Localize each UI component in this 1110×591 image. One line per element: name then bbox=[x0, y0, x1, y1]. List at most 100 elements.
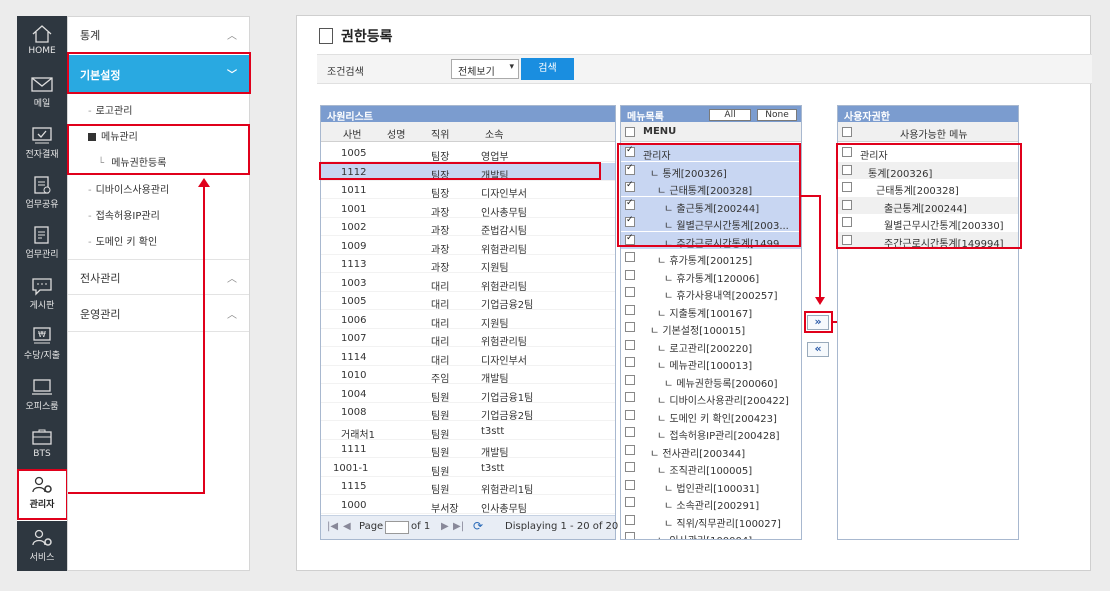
menu-checkbox[interactable] bbox=[625, 304, 635, 315]
menu-checkbox[interactable] bbox=[625, 532, 635, 539]
table-cell: 1115 bbox=[341, 481, 367, 492]
table-row[interactable]: 1005 대리 기업금융2팀 bbox=[321, 292, 615, 311]
menu-tree-row[interactable]: ㄴ 법인관리[100031] bbox=[621, 477, 801, 495]
nav-bts[interactable]: BTS bbox=[17, 421, 67, 473]
select-all-button[interactable]: All bbox=[709, 109, 751, 121]
menu-checkbox[interactable] bbox=[625, 427, 635, 437]
menu-tree-row[interactable]: ㄴ 소속관리[200291] bbox=[621, 494, 801, 512]
table-row[interactable]: 1010 주임 개발팀 bbox=[321, 366, 615, 385]
table-row[interactable]: 1111 팀원 개발팀 bbox=[321, 440, 615, 459]
col-header[interactable]: 소속 bbox=[485, 126, 503, 141]
nav-home[interactable]: HOME bbox=[17, 18, 67, 70]
table-row[interactable]: 1004 팀원 기업금융1팀 bbox=[321, 385, 615, 404]
nav-board[interactable]: 게시판 bbox=[17, 270, 67, 322]
col-header[interactable]: 사번 bbox=[343, 126, 361, 141]
menu-tree-label: ㄴ 법인관리[100031] bbox=[664, 483, 760, 495]
menu-checkbox[interactable] bbox=[625, 462, 635, 472]
header-checkbox[interactable] bbox=[842, 127, 852, 137]
pager: |◀ ◀ Page of 1 ▶ ▶| ⟳ Displaying 1 - 20 … bbox=[321, 515, 618, 539]
menu-checkbox[interactable] bbox=[625, 374, 635, 385]
menu-checkbox[interactable] bbox=[625, 479, 635, 490]
menu-tree-row[interactable]: ㄴ 휴가통계[120006] bbox=[621, 267, 801, 285]
menu-tree-label: ㄴ 휴가사용내역[200257] bbox=[664, 291, 778, 302]
nav-office-room[interactable]: 오피스룸 bbox=[17, 371, 67, 423]
table-cell: 1008 bbox=[341, 407, 367, 418]
menu-tree-row[interactable]: ㄴ 휴가사용내역[200257] bbox=[621, 284, 801, 302]
menu-tree-row[interactable]: ㄴ 지출통계[100167] bbox=[621, 302, 801, 320]
menu-checkbox[interactable] bbox=[625, 409, 635, 420]
menu-tree-row[interactable]: ㄴ 디바이스사용관리[200422] bbox=[621, 389, 801, 407]
search-button[interactable]: 검색 bbox=[521, 58, 574, 80]
table-row[interactable]: 1003 대리 위험관리팀 bbox=[321, 274, 615, 293]
table-row[interactable]: 1114 대리 디자인부서 bbox=[321, 348, 615, 367]
table-row[interactable]: 거래처1 팀원 t3stt bbox=[321, 422, 615, 441]
table-cell: 주임 bbox=[431, 374, 450, 385]
table-row[interactable]: 1002 과장 준법감시팀 bbox=[321, 218, 615, 237]
header-checkbox[interactable] bbox=[625, 127, 635, 137]
sub-device[interactable]: - 디바이스사용관리 bbox=[88, 181, 169, 196]
table-row[interactable]: 1011 팀장 디자인부서 bbox=[321, 181, 615, 200]
menu-tree-row[interactable]: ㄴ 도메인 키 확인[200423] bbox=[621, 407, 801, 425]
table-row[interactable]: 1009 과장 위험관리팀 bbox=[321, 237, 615, 256]
section-stats[interactable]: 통계 ︿ bbox=[68, 17, 249, 53]
menu-tree-row[interactable]: ㄴ 조직관리[100005] bbox=[621, 459, 801, 477]
remove-permission-button[interactable]: « bbox=[807, 342, 829, 357]
menu-tree-row[interactable]: ㄴ 접속허용IP관리[200428] bbox=[621, 424, 801, 442]
page-input[interactable] bbox=[385, 521, 409, 534]
nav-expense[interactable]: ₩ 수당/지출 bbox=[17, 320, 67, 372]
nav-mail[interactable]: 메일 bbox=[17, 68, 67, 120]
menu-checkbox[interactable] bbox=[625, 252, 635, 262]
menu-checkbox[interactable] bbox=[625, 322, 635, 332]
nav-work-manage[interactable]: 업무관리 bbox=[17, 219, 67, 271]
refresh-icon[interactable]: ⟳ bbox=[473, 519, 483, 533]
prev-page-icon[interactable]: ◀ bbox=[343, 521, 351, 532]
menu-checkbox[interactable] bbox=[625, 497, 635, 507]
expense-icon: ₩ bbox=[33, 327, 51, 344]
table-row[interactable]: 1000 부서장 인사총무팀 bbox=[321, 496, 615, 515]
table-row[interactable]: 1115 팀원 위험관리1팀 bbox=[321, 477, 615, 496]
table-row[interactable]: 1006 대리 지원팀 bbox=[321, 311, 615, 330]
table-row[interactable]: 1005 팀장 영업부 bbox=[321, 144, 615, 163]
menu-checkbox[interactable] bbox=[625, 444, 635, 455]
section-company[interactable]: 전사관리 ︿ bbox=[68, 259, 249, 295]
menu-tree-row[interactable]: ㄴ 전사관리[200344] bbox=[621, 442, 801, 460]
sub-ip[interactable]: - 접속허용IP관리 bbox=[88, 207, 160, 222]
next-page-icon[interactable]: ▶ bbox=[441, 521, 449, 532]
bts-icon bbox=[32, 429, 52, 445]
table-cell: 1011 bbox=[341, 185, 367, 196]
section-ops[interactable]: 운영관리 ︿ bbox=[68, 296, 249, 332]
menu-tree-row[interactable]: ㄴ 휴가통계[200125] bbox=[621, 249, 801, 267]
select-none-button[interactable]: None bbox=[757, 109, 797, 121]
col-header[interactable]: 직위 bbox=[431, 126, 449, 141]
menu-checkbox[interactable] bbox=[625, 287, 635, 297]
table-row[interactable]: 1001 과장 인사총무팀 bbox=[321, 200, 615, 219]
first-page-icon[interactable]: |◀ bbox=[327, 521, 338, 532]
sub-logo[interactable]: - 로고관리 bbox=[88, 102, 132, 117]
table-row[interactable]: 1001-1 팀원 t3stt bbox=[321, 459, 615, 478]
table-cell: 과장 bbox=[431, 263, 450, 274]
table-row[interactable]: 1113 과장 지원팀 bbox=[321, 255, 615, 274]
chevron-up-icon: ︿ bbox=[227, 274, 237, 285]
menu-tree-row[interactable]: ㄴ 로고관리[200220] bbox=[621, 337, 801, 355]
nav-approval[interactable]: 전자결재 bbox=[17, 119, 67, 171]
table-row[interactable]: 1007 대리 위험관리팀 bbox=[321, 329, 615, 348]
filter-select[interactable]: 전체보기 ▾ bbox=[451, 59, 519, 79]
sub-domain[interactable]: - 도메인 키 확인 bbox=[88, 233, 157, 248]
search-label: 조건검색 bbox=[327, 67, 364, 78]
menu-checkbox[interactable] bbox=[625, 339, 635, 350]
col-header[interactable]: 성명 bbox=[387, 126, 405, 141]
nav-service[interactable]: 서비스 bbox=[17, 522, 67, 574]
menu-tree-row[interactable]: ㄴ 기본설정[100015] bbox=[621, 319, 801, 337]
table-cell: 디자인부서 bbox=[481, 355, 527, 367]
table-row[interactable]: 1008 팀원 기업금융2팀 bbox=[321, 403, 615, 422]
menu-checkbox[interactable] bbox=[625, 357, 635, 367]
menu-checkbox[interactable] bbox=[625, 269, 635, 280]
menu-checkbox[interactable] bbox=[625, 392, 635, 402]
nav-work-share[interactable]: 업무공유 bbox=[17, 169, 67, 221]
menu-tree-row[interactable]: ㄴ 직위/직무관리[100027] bbox=[621, 512, 801, 530]
menu-checkbox[interactable] bbox=[625, 514, 635, 525]
menu-tree-row[interactable]: ㄴ 인사관리[100004] bbox=[621, 529, 801, 539]
menu-tree-row[interactable]: ㄴ 메뉴관리[100013] bbox=[621, 354, 801, 372]
last-page-icon[interactable]: ▶| bbox=[453, 521, 464, 532]
menu-tree-row[interactable]: ㄴ 메뉴권한등록[200060] bbox=[621, 372, 801, 390]
